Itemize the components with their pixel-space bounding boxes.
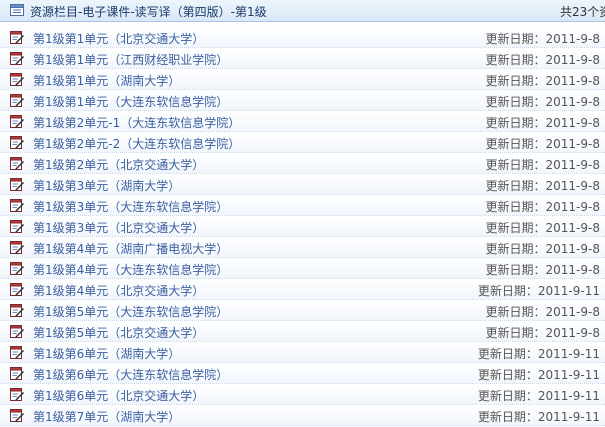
document-edit-icon	[10, 262, 25, 275]
update-date: 更新日期：2011-9-8	[485, 179, 600, 193]
list-item: 第1级第1单元（北京交通大学） 更新日期：2011-9-8	[0, 27, 605, 48]
folder-list-icon	[10, 4, 24, 16]
update-date: 更新日期：2011-9-8	[485, 32, 600, 46]
list-item: 第1级第3单元（湖南大学） 更新日期：2011-9-8	[0, 174, 605, 195]
list-item: 第1级第1单元（江西财经职业学院） 更新日期：2011-9-8	[0, 48, 605, 69]
document-edit-icon	[10, 115, 25, 128]
resource-link[interactable]: 第1级第6单元（大连东软信息学院）	[33, 366, 228, 383]
resource-link[interactable]: 第1级第1单元（湖南大学）	[33, 72, 180, 89]
document-edit-icon	[10, 346, 25, 359]
resource-link[interactable]: 第1级第3单元（北京交通大学）	[33, 219, 204, 236]
resource-list: 第1级第1单元（北京交通大学） 更新日期：2011-9-8 第1级第1单元（江西财经…	[0, 27, 605, 426]
update-date: 更新日期：2011-9-8	[485, 221, 600, 235]
list-item: 第1级第4单元（大连东软信息学院） 更新日期：2011-9-8	[0, 258, 605, 279]
list-item: 第1级第1单元（湖南大学） 更新日期：2011-9-8	[0, 69, 605, 90]
list-item: 第1级第5单元（北京交通大学） 更新日期：2011-9-8	[0, 321, 605, 342]
resource-link[interactable]: 第1级第7单元（湖南大学）	[33, 408, 180, 425]
list-item: 第1级第3单元（北京交通大学） 更新日期：2011-9-8	[0, 216, 605, 237]
resource-link[interactable]: 第1级第5单元（北京交通大学）	[33, 324, 204, 341]
list-item: 第1级第6单元（大连东软信息学院） 更新日期：2011-9-11	[0, 363, 605, 384]
document-edit-icon	[10, 304, 25, 317]
document-edit-icon	[10, 409, 25, 422]
document-edit-icon	[10, 157, 25, 170]
list-item: 第1级第7单元（湖南大学） 更新日期：2011-9-11	[0, 405, 605, 426]
document-edit-icon	[10, 94, 25, 107]
update-date: 更新日期：2011-9-11	[477, 347, 600, 361]
list-item: 第1级第1单元（大连东软信息学院） 更新日期：2011-9-8	[0, 90, 605, 111]
document-edit-icon	[10, 367, 25, 380]
update-date: 更新日期：2011-9-8	[485, 305, 600, 319]
update-date: 更新日期：2011-9-8	[485, 158, 600, 172]
document-edit-icon	[10, 325, 25, 338]
document-edit-icon	[10, 388, 25, 401]
resource-link[interactable]: 第1级第1单元（大连东软信息学院）	[33, 93, 228, 110]
section-header: 资源栏目-电子课件-读写译（第四版）-第1级 共23个资	[0, 0, 605, 22]
resource-link[interactable]: 第1级第3单元（大连东软信息学院）	[33, 198, 228, 215]
resource-link[interactable]: 第1级第1单元（江西财经职业学院）	[33, 51, 228, 68]
resource-link[interactable]: 第1级第6单元（北京交通大学）	[33, 387, 204, 404]
list-item: 第1级第2单元-1（大连东软信息学院） 更新日期：2011-9-8	[0, 111, 605, 132]
list-item: 第1级第6单元（湖南大学） 更新日期：2011-9-11	[0, 342, 605, 363]
list-item: 第1级第2单元（北京交通大学） 更新日期：2011-9-8	[0, 153, 605, 174]
update-date: 更新日期：2011-9-8	[485, 137, 600, 151]
list-item: 第1级第3单元（大连东软信息学院） 更新日期：2011-9-8	[0, 195, 605, 216]
update-date: 更新日期：2011-9-8	[485, 326, 600, 340]
resource-link[interactable]: 第1级第2单元-1（大连东软信息学院）	[33, 114, 240, 131]
resource-link[interactable]: 第1级第4单元（湖南广播电视大学）	[33, 240, 228, 257]
update-date: 更新日期：2011-9-8	[485, 74, 600, 88]
resource-link[interactable]: 第1级第4单元（北京交通大学）	[33, 282, 204, 299]
resource-link[interactable]: 第1级第1单元（北京交通大学）	[33, 30, 204, 47]
list-item: 第1级第4单元（湖南广播电视大学） 更新日期：2011-9-8	[0, 237, 605, 258]
item-count: 共23个资	[560, 5, 605, 19]
document-edit-icon	[10, 199, 25, 212]
list-item: 第1级第4单元（北京交通大学） 更新日期：2011-9-11	[0, 279, 605, 300]
document-edit-icon	[10, 31, 25, 44]
document-edit-icon	[10, 178, 25, 191]
list-item: 第1级第6单元（北京交通大学） 更新日期：2011-9-11	[0, 384, 605, 405]
update-date: 更新日期：2011-9-8	[485, 116, 600, 130]
document-edit-icon	[10, 283, 25, 296]
document-edit-icon	[10, 52, 25, 65]
update-date: 更新日期：2011-9-11	[477, 389, 600, 403]
list-item: 第1级第5单元（大连东软信息学院） 更新日期：2011-9-8	[0, 300, 605, 321]
document-edit-icon	[10, 73, 25, 86]
document-edit-icon	[10, 241, 25, 254]
page-title: 资源栏目-电子课件-读写译（第四版）-第1级	[30, 5, 267, 19]
resource-link[interactable]: 第1级第6单元（湖南大学）	[33, 345, 180, 362]
resource-link[interactable]: 第1级第4单元（大连东软信息学院）	[33, 261, 228, 278]
document-edit-icon	[10, 220, 25, 233]
update-date: 更新日期：2011-9-11	[477, 284, 600, 298]
update-date: 更新日期：2011-9-11	[477, 410, 600, 424]
list-item: 第1级第2单元-2（大连东软信息学院） 更新日期：2011-9-8	[0, 132, 605, 153]
update-date: 更新日期：2011-9-8	[485, 263, 600, 277]
resource-link[interactable]: 第1级第3单元（湖南大学）	[33, 177, 180, 194]
resource-link[interactable]: 第1级第2单元（北京交通大学）	[33, 156, 204, 173]
update-date: 更新日期：2011-9-11	[477, 368, 600, 382]
resource-link[interactable]: 第1级第5单元（大连东软信息学院）	[33, 303, 228, 320]
resource-link[interactable]: 第1级第2单元-2（大连东软信息学院）	[33, 135, 240, 152]
update-date: 更新日期：2011-9-8	[485, 95, 600, 109]
document-edit-icon	[10, 136, 25, 149]
update-date: 更新日期：2011-9-8	[485, 53, 600, 67]
update-date: 更新日期：2011-9-8	[485, 200, 600, 214]
update-date: 更新日期：2011-9-8	[485, 242, 600, 256]
